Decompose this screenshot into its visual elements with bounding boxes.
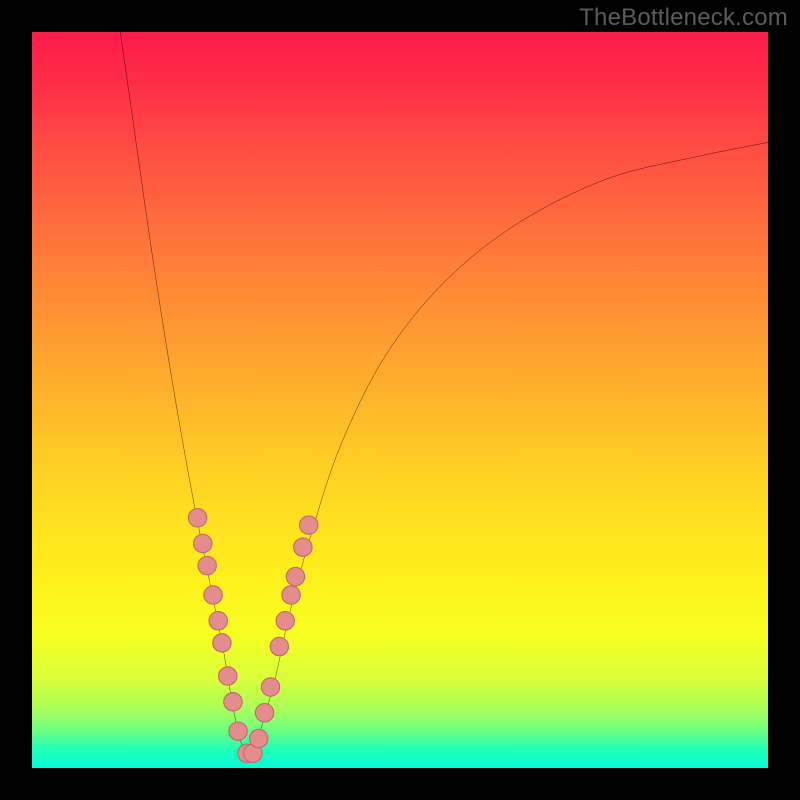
marker-dot <box>249 729 267 747</box>
marker-dot <box>261 678 279 696</box>
marker-dot <box>300 516 318 534</box>
plot-area <box>32 32 768 768</box>
chart-frame: TheBottleneck.com <box>0 0 800 800</box>
marker-dot <box>188 509 206 527</box>
marker-dot <box>224 693 242 711</box>
marker-dot <box>229 722 247 740</box>
marker-dot <box>282 586 300 604</box>
marker-dot <box>255 704 273 722</box>
marker-points <box>188 509 318 763</box>
marker-dot <box>198 556 216 574</box>
marker-dot <box>204 586 222 604</box>
marker-dot <box>219 667 237 685</box>
marker-dot <box>213 634 231 652</box>
marker-dot <box>286 567 304 585</box>
watermark-text: TheBottleneck.com <box>579 4 788 32</box>
marker-dot <box>270 637 288 655</box>
marker-dot <box>276 612 294 630</box>
marker-dot <box>194 534 212 552</box>
marker-dot <box>209 612 227 630</box>
curve-layer <box>32 32 768 768</box>
marker-dot <box>294 538 312 556</box>
